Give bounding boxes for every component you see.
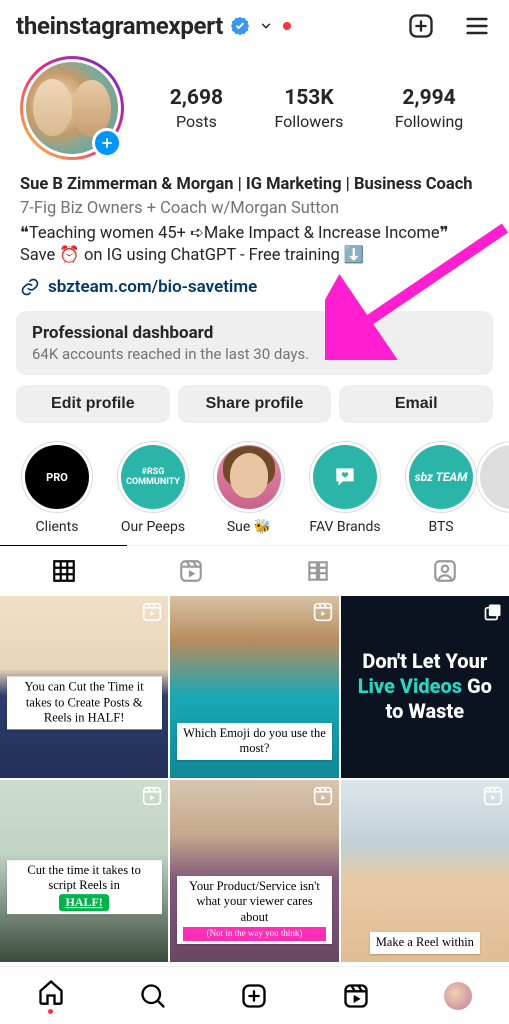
followers-stat[interactable]: 153K Followers: [275, 86, 344, 131]
nav-search[interactable]: [139, 982, 167, 1010]
followers-count: 153K: [275, 86, 344, 110]
bio-line: ❝Teaching women 45+ ➪Make Impact & Incre…: [20, 223, 489, 245]
posts-count: 2,698: [170, 86, 223, 110]
chevron-down-icon[interactable]: [259, 19, 273, 33]
reel-icon: [313, 602, 333, 622]
category: 7-Fig Biz Owners + Coach w/Morgan Sutton: [20, 198, 489, 220]
highlight-fav-brands[interactable]: FAV Brands: [306, 441, 384, 535]
tab-guides[interactable]: [255, 546, 382, 596]
post-caption: Don't Let Your Live Videos Go to Waste: [341, 649, 509, 724]
grid-post[interactable]: Which Emoji do you use the most?: [170, 596, 338, 778]
grid-post[interactable]: Make a Reel within: [341, 780, 509, 962]
highlight-clients[interactable]: PRO Clients: [18, 441, 96, 535]
email-button[interactable]: Email: [339, 385, 493, 423]
highlight-label: FAV Brands: [309, 519, 380, 535]
post-caption: Your Product/Service isn't what your vie…: [177, 876, 332, 944]
share-profile-button[interactable]: Share profile: [178, 385, 332, 423]
highlight-label: Clients: [36, 519, 79, 535]
highlight-cover: #RSG COMMUNITY: [121, 445, 185, 509]
grid-post[interactable]: Your Product/Service isn't what your vie…: [170, 780, 338, 962]
avatar[interactable]: [20, 56, 124, 160]
grid-post[interactable]: Don't Let Your Live Videos Go to Waste: [341, 596, 509, 778]
highlight-label: Sue 🐝: [227, 519, 271, 535]
bio-line: Save ⏰ on IG using ChatGPT - Free traini…: [20, 245, 489, 267]
post-caption: You can Cut the Time it takes to Create …: [7, 676, 162, 729]
notification-dot-icon: [283, 22, 291, 30]
dashboard-title: Professional dashboard: [32, 323, 477, 343]
followers-label: Followers: [275, 112, 344, 131]
highlight-label: Our Peeps: [121, 519, 185, 535]
highlight-label: BTS: [428, 519, 453, 535]
highlight-our-peeps[interactable]: #RSG COMMUNITY Our Peeps: [114, 441, 192, 535]
nav-create[interactable]: [240, 982, 268, 1010]
tab-tagged[interactable]: [382, 546, 509, 596]
grid-post[interactable]: You can Cut the Time it takes to Create …: [0, 596, 168, 778]
posts-stat[interactable]: 2,698 Posts: [170, 86, 223, 131]
following-stat[interactable]: 2,994 Following: [395, 86, 463, 131]
grid-post[interactable]: Cut the time it takes to script Reels in…: [0, 780, 168, 962]
nav-reels[interactable]: [342, 982, 370, 1010]
username[interactable]: theinstagramexpert: [16, 12, 223, 40]
bio-link-text: sbzteam.com/bio-savetime: [48, 277, 257, 297]
highlight-cover: PRO: [25, 445, 89, 509]
posts-label: Posts: [170, 112, 223, 131]
verified-badge-icon: [229, 15, 251, 37]
nav-home[interactable]: [37, 978, 65, 1014]
nav-profile[interactable]: [444, 982, 472, 1010]
highlight-cover: [313, 445, 377, 509]
post-caption: Cut the time it takes to script Reels in…: [7, 860, 162, 914]
avatar-icon: [444, 982, 472, 1010]
reel-icon: [142, 602, 162, 622]
edit-profile-button[interactable]: Edit profile: [16, 385, 170, 423]
add-story-icon[interactable]: [92, 128, 122, 158]
post-caption: Which Emoji do you use the most?: [177, 723, 332, 760]
following-count: 2,994: [395, 86, 463, 110]
highlight-cover: sbz TEAM: [409, 445, 473, 509]
create-button[interactable]: [405, 10, 437, 42]
display-name: Sue B Zimmerman & Morgan | IG Marketing …: [20, 174, 489, 196]
post-caption: Make a Reel within: [370, 932, 480, 954]
highlight-cover: [217, 445, 281, 509]
reel-icon: [142, 786, 162, 806]
highlight-more[interactable]: [498, 441, 509, 535]
notification-dot-icon: [48, 1009, 53, 1014]
tab-reels[interactable]: [127, 546, 254, 596]
bio-link[interactable]: sbzteam.com/bio-savetime: [0, 271, 509, 307]
highlight-sue[interactable]: Sue 🐝: [210, 441, 288, 535]
menu-button[interactable]: [461, 10, 493, 42]
dashboard-subtitle: 64K accounts reached in the last 30 days…: [32, 345, 477, 363]
carousel-icon: [483, 602, 503, 622]
reel-icon: [313, 786, 333, 806]
highlight-bts[interactable]: sbz TEAM BTS: [402, 441, 480, 535]
tab-grid[interactable]: [0, 545, 127, 596]
following-label: Following: [395, 112, 463, 131]
link-icon: [20, 277, 40, 297]
professional-dashboard[interactable]: Professional dashboard 64K accounts reac…: [16, 311, 493, 375]
reel-icon: [483, 786, 503, 806]
